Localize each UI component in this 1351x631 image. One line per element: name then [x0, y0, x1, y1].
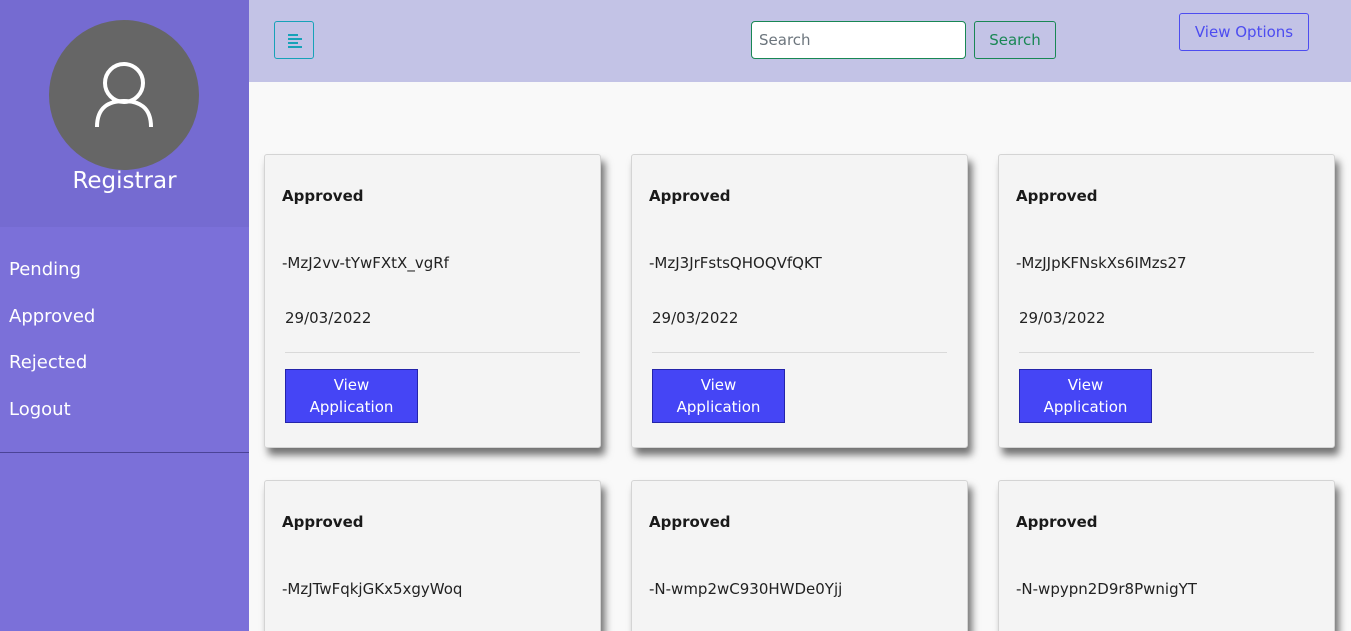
status-label: Approved: [282, 513, 364, 531]
application-id: -MzJ2vv-tYwFXtX_vgRf: [282, 254, 449, 272]
user-icon: [95, 62, 153, 128]
application-date: 29/03/2022: [1019, 309, 1106, 327]
status-label: Approved: [1016, 187, 1098, 205]
application-card: Approved -MzJ2vv-tYwFXtX_vgRf 29/03/2022…: [264, 154, 601, 448]
sidebar-item-approved[interactable]: Approved: [0, 300, 249, 347]
card-divider: [1019, 352, 1314, 353]
view-application-button[interactable]: View Application: [652, 369, 785, 423]
status-label: Approved: [649, 513, 731, 531]
card-divider: [652, 352, 947, 353]
sidebar-divider: [0, 452, 249, 453]
status-label: Approved: [282, 187, 364, 205]
application-id: -N-wpypn2D9r8PwnigYT: [1016, 580, 1197, 598]
view-options-button[interactable]: View Options: [1179, 13, 1309, 51]
search-button[interactable]: Search: [974, 21, 1056, 59]
topbar: Search View Options: [249, 0, 1351, 82]
card-divider: [285, 352, 580, 353]
application-id: -MzJTwFqkjGKx5xgyWoq: [282, 580, 463, 598]
application-card: Approved -MzJ3JrFstsQHOQVfQKT 29/03/2022…: [631, 154, 968, 448]
application-card: Approved -N-wpypn2D9r8PwnigYT: [998, 480, 1335, 631]
search-input[interactable]: [751, 21, 966, 59]
status-label: Approved: [1016, 513, 1098, 531]
application-id: -MzJJpKFNskXs6IMzs27: [1016, 254, 1187, 272]
application-card: Approved -MzJJpKFNskXs6IMzs27 29/03/2022…: [998, 154, 1335, 448]
application-id: -N-wmp2wC930HWDe0Yjj: [649, 580, 843, 598]
sidebar: Registrar Pending Approved Rejected Logo…: [0, 0, 249, 631]
sidebar-item-rejected[interactable]: Rejected: [0, 346, 249, 393]
application-date: 29/03/2022: [652, 309, 739, 327]
application-date: 29/03/2022: [285, 309, 372, 327]
avatar: [49, 20, 199, 170]
view-application-button[interactable]: View Application: [285, 369, 418, 423]
status-label: Approved: [649, 187, 731, 205]
view-application-button[interactable]: View Application: [1019, 369, 1152, 423]
sidebar-item-pending[interactable]: Pending: [0, 253, 249, 300]
sidebar-toggle-button[interactable]: [274, 21, 314, 59]
role-name: Registrar: [72, 168, 177, 194]
application-id: -MzJ3JrFstsQHOQVfQKT: [649, 254, 822, 272]
sidebar-nav: Pending Approved Rejected Logout: [0, 227, 249, 439]
sidebar-item-logout[interactable]: Logout: [0, 393, 249, 440]
sidebar-header: Registrar: [0, 0, 249, 227]
application-card: Approved -N-wmp2wC930HWDe0Yjj: [631, 480, 968, 631]
application-card: Approved -MzJTwFqkjGKx5xgyWoq: [264, 480, 601, 631]
